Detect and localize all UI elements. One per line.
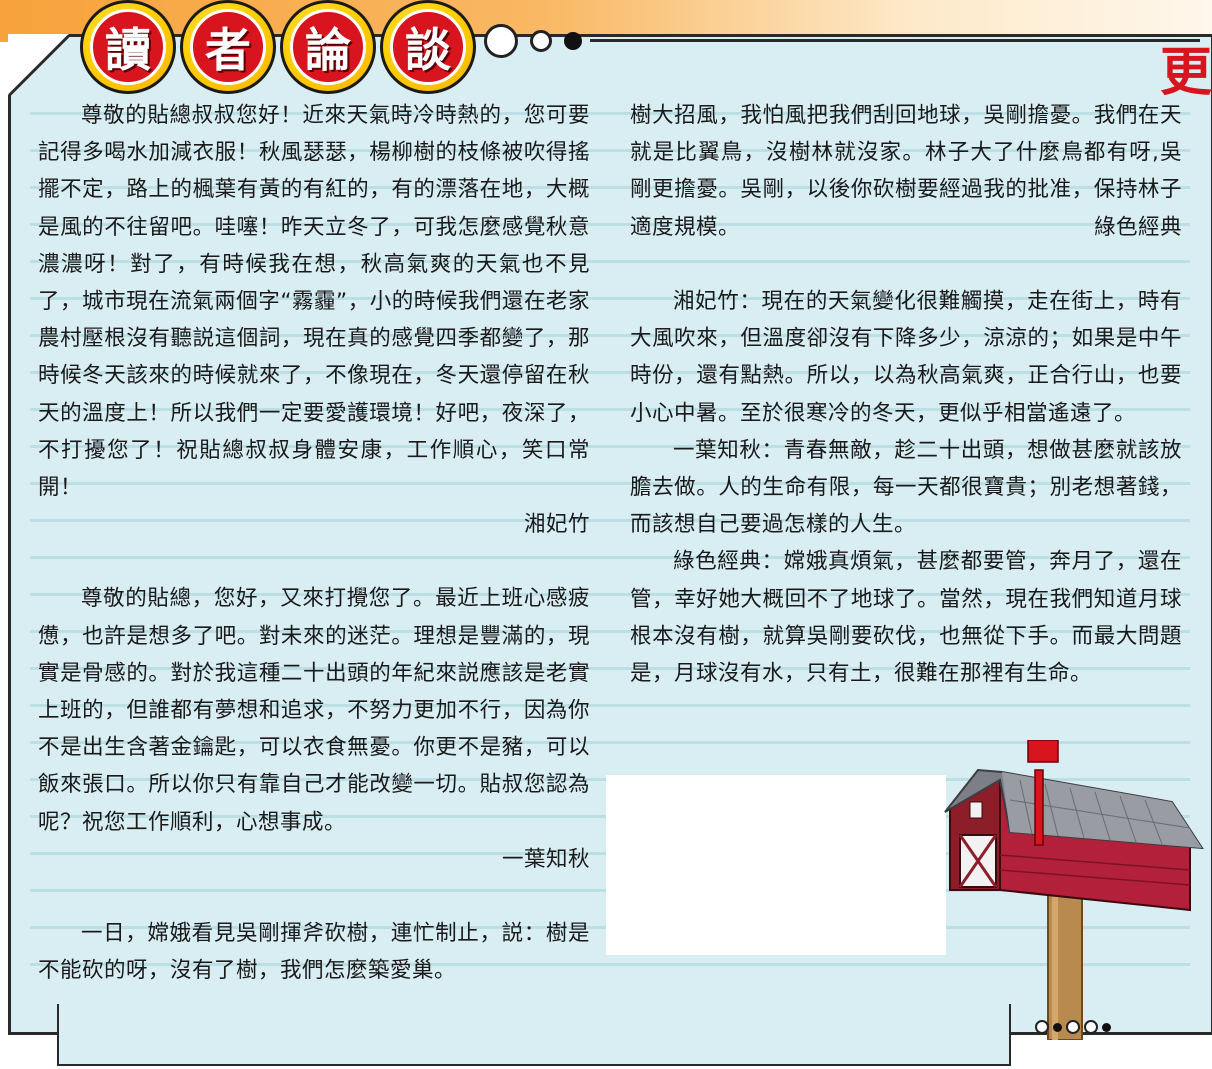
dot-icon [564,32,582,50]
circle-icon [530,30,552,52]
dot-icon [1053,1022,1062,1032]
letter-signature: 湘妃竹 [523,512,590,538]
header-divider [590,39,1200,42]
title-char: 讀 [90,9,166,85]
letter-text: 一日，嫦娥看見吳剛揮斧砍樹，連忙制止，説：樹是不能砍的呀，沒有了樹，我們怎麼築愛… [38,921,590,984]
title-badge: 讀 [80,0,176,94]
reply-text: 綠色經典：嫦娥真煩氣，甚麼都要管，奔月了，還在管，幸好她大概回不了地球了。當然，… [630,549,1182,687]
letter-signature: 一葉知秋 [501,846,590,872]
title-badge: 論 [280,0,376,94]
title-char: 論 [290,9,366,85]
title-char: 談 [390,9,466,85]
left-column: 尊敬的貼總叔叔您好！近來天氣時冷時熱的，您可要記得多喝水加減衣服！秋風瑟瑟，楊柳… [38,97,590,989]
circle-icon [484,24,518,58]
right-column: 樹大招風，我怕風把我們刮回地球，吳剛擔憂。我們在天就是比翼鳥，沒樹林就沒家。林子… [630,97,1182,692]
circle-icon [1035,1020,1049,1034]
mailbox-icon [944,740,1204,1040]
letter-text: 尊敬的貼總，您好，又來打攪您了。最近上班心感疲憊，也許是想多了吧。對未來的迷茫。… [38,586,590,835]
decorative-dots [1035,1020,1111,1034]
dot-icon [1102,1022,1111,1032]
circle-icon [1084,1020,1098,1034]
reply-text: 湘妃竹：現在的天氣變化很難觸摸，走在街上，時有大風吹來，但溫度卻沒有下降多少，涼… [630,289,1182,426]
page-title: 讀 者 論 談 [80,0,476,94]
decorative-dots [484,24,582,58]
letter-text: 尊敬的貼總叔叔您好！近來天氣時冷時熱的，您可要記得多喝水加減衣服！秋風瑟瑟，楊柳… [38,103,590,501]
side-title-char: 更 [1160,42,1212,103]
circle-icon [1066,1020,1080,1034]
title-char: 者 [190,9,266,85]
panel-bottom-tab [57,1004,1011,1066]
blank-area [606,775,946,955]
title-badge: 者 [180,0,276,94]
title-badge: 談 [380,0,476,94]
reply-text: 一葉知秋：青春無敵，趁二十出頭，想做甚麼就該放膽去做。人的生命有限，每一天都很寶… [630,437,1182,538]
